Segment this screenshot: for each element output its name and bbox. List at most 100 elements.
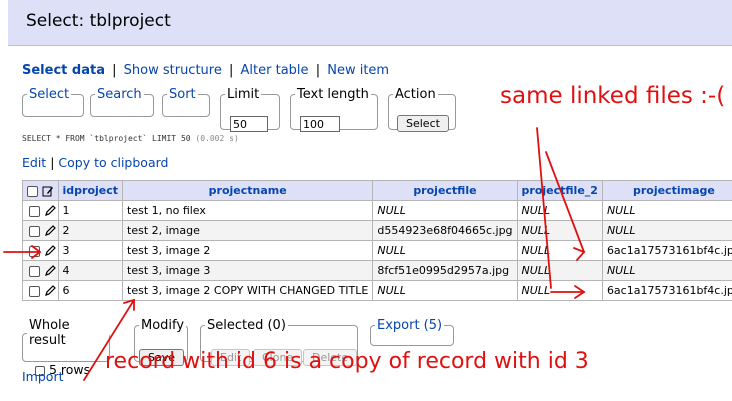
- nav-separator: |: [112, 63, 117, 78]
- whole-result-legend: Whole result: [29, 318, 70, 348]
- row-controls: [22, 200, 59, 221]
- col-header-projectfile-link[interactable]: projectfile: [413, 184, 476, 197]
- export-fieldset: Export (5): [370, 318, 454, 346]
- cell-projectname: test 3, image 2: [122, 240, 374, 261]
- row-checkbox[interactable]: [29, 285, 40, 297]
- action-legend: Action: [395, 87, 436, 102]
- new-item-link[interactable]: New item: [327, 63, 389, 78]
- alter-table-link[interactable]: Alter table: [241, 63, 309, 78]
- cell-projectname: test 1, no filex: [122, 200, 374, 221]
- cell-idproject: 1: [57, 200, 124, 221]
- row-controls: [22, 260, 59, 281]
- query-time: (0.002 s): [195, 134, 239, 143]
- col-header-projectimage-link[interactable]: projectimage: [633, 184, 715, 197]
- nav-links: Select data | Show structure | Alter tab…: [22, 63, 389, 78]
- cell-projectimage: NULL: [601, 220, 732, 241]
- nav-separator: |: [229, 63, 234, 78]
- col-header-projectfile[interactable]: projectfile: [372, 180, 518, 201]
- row-checkbox[interactable]: [29, 225, 40, 237]
- table-row: 4 test 3, image 3 8fcf51e0995d2957a.jpg …: [22, 260, 732, 281]
- arrow-head-copy-record: [123, 298, 135, 311]
- show-structure-link[interactable]: Show structure: [124, 63, 222, 78]
- annotation-same-linked-files: same linked files :-(: [500, 83, 726, 109]
- row-checkbox[interactable]: [29, 205, 40, 217]
- row-checkbox[interactable]: [29, 265, 40, 277]
- cell-idproject: 6: [57, 280, 124, 301]
- table-row: 1 test 1, no filex NULL NULL NULL: [22, 200, 732, 221]
- select-column-header: [22, 180, 59, 201]
- table-header-row: idproject projectname projectfile projec…: [22, 180, 732, 201]
- col-header-projectfile-2-link[interactable]: projectfile_2: [522, 184, 598, 197]
- limit-fieldset: Limit: [220, 87, 280, 132]
- col-header-idproject[interactable]: idproject: [57, 180, 124, 201]
- cell-projectname: test 3, image 3: [122, 260, 374, 281]
- sql-text: SELECT * FROM `tblproject` LIMIT 50: [22, 134, 191, 143]
- pencil-icon[interactable]: [44, 265, 56, 277]
- cell-projectname: test 3, image 2 COPY WITH CHANGED TITLE: [122, 280, 374, 301]
- cell-projectfile-2: NULL: [516, 260, 603, 281]
- edit-link[interactable]: Edit: [22, 155, 46, 170]
- selected-legend: Selected (0): [207, 318, 286, 333]
- search-fieldset: Search: [90, 87, 154, 117]
- text-length-input[interactable]: [300, 116, 340, 132]
- import-link[interactable]: Import: [22, 369, 64, 384]
- search-link[interactable]: Search: [97, 87, 142, 102]
- pencil-icon[interactable]: [44, 285, 56, 297]
- select-all-checkbox[interactable]: [26, 185, 38, 197]
- select-fieldset: Select: [22, 87, 84, 117]
- col-header-projectname[interactable]: projectname: [122, 180, 374, 201]
- edit-links-separator: |: [50, 155, 55, 170]
- page-title: Select: tblproject: [26, 11, 171, 31]
- export-link[interactable]: Export (5): [377, 318, 442, 333]
- col-header-projectimage[interactable]: projectimage: [601, 180, 732, 201]
- col-header-idproject-link[interactable]: idproject: [63, 184, 119, 197]
- cell-idproject: 4: [57, 260, 124, 281]
- pencil-icon[interactable]: [44, 245, 56, 257]
- sql-query: SELECT * FROM `tblproject` LIMIT 50 (0.0…: [22, 134, 239, 143]
- cell-projectimage: 6ac1a17573161bf4c.jpg: [601, 280, 732, 301]
- cell-projectfile: NULL: [372, 200, 518, 221]
- limit-legend: Limit: [227, 87, 260, 102]
- sort-link[interactable]: Sort: [169, 87, 196, 102]
- col-header-projectname-link[interactable]: projectname: [209, 184, 287, 197]
- col-header-projectfile-2[interactable]: projectfile_2: [516, 180, 603, 201]
- cell-projectfile-2: NULL: [516, 240, 603, 261]
- nav-separator: |: [315, 63, 321, 78]
- copy-to-clipboard-link[interactable]: Copy to clipboard: [58, 155, 168, 170]
- page-header: Select: tblproject: [8, 0, 732, 46]
- edit-links: Edit | Copy to clipboard: [22, 155, 168, 170]
- row-controls: [22, 220, 59, 241]
- select-data-link[interactable]: Select data: [22, 63, 105, 78]
- cell-idproject: 2: [57, 220, 124, 241]
- cell-projectimage: NULL: [601, 260, 732, 281]
- action-fieldset: Action Select: [388, 87, 456, 132]
- row-controls: [22, 280, 59, 301]
- cell-projectfile-2: NULL: [516, 220, 603, 241]
- sort-fieldset: Sort: [162, 87, 210, 117]
- edit-all-icon[interactable]: [42, 185, 54, 197]
- row-controls: [22, 240, 59, 261]
- cell-projectfile: NULL: [372, 240, 518, 261]
- results-table: idproject projectname projectfile projec…: [22, 180, 732, 301]
- select-columns-link[interactable]: Select: [29, 87, 69, 102]
- text-length-fieldset: Text length: [290, 87, 378, 132]
- annotation-copy-record: record with id 6 is a copy of record wit…: [105, 349, 589, 374]
- pencil-icon[interactable]: [44, 205, 56, 217]
- pencil-icon[interactable]: [44, 225, 56, 237]
- cell-projectname: test 2, image: [122, 220, 374, 241]
- cell-projectfile-2: NULL: [516, 280, 603, 301]
- cell-projectimage: NULL: [601, 200, 732, 221]
- cell-projectfile: 8fcf51e0995d2957a.jpg: [372, 260, 518, 281]
- cell-projectimage: 6ac1a17573161bf4c.jpg: [601, 240, 732, 261]
- modify-legend: Modify: [141, 318, 185, 333]
- table-row: 3 test 3, image 2 NULL NULL 6ac1a1757316…: [22, 240, 732, 261]
- cell-projectfile: NULL: [372, 280, 518, 301]
- limit-input[interactable]: [230, 116, 268, 132]
- select-button[interactable]: Select: [397, 115, 449, 132]
- row-checkbox[interactable]: [29, 245, 40, 257]
- cell-projectfile: d554923e68f04665c.jpg: [372, 220, 518, 241]
- text-length-legend: Text length: [297, 87, 369, 102]
- cell-idproject: 3: [57, 240, 124, 261]
- table-row: 6 test 3, image 2 COPY WITH CHANGED TITL…: [22, 280, 732, 301]
- whole-result-fieldset: Whole result 5 rows: [22, 318, 110, 377]
